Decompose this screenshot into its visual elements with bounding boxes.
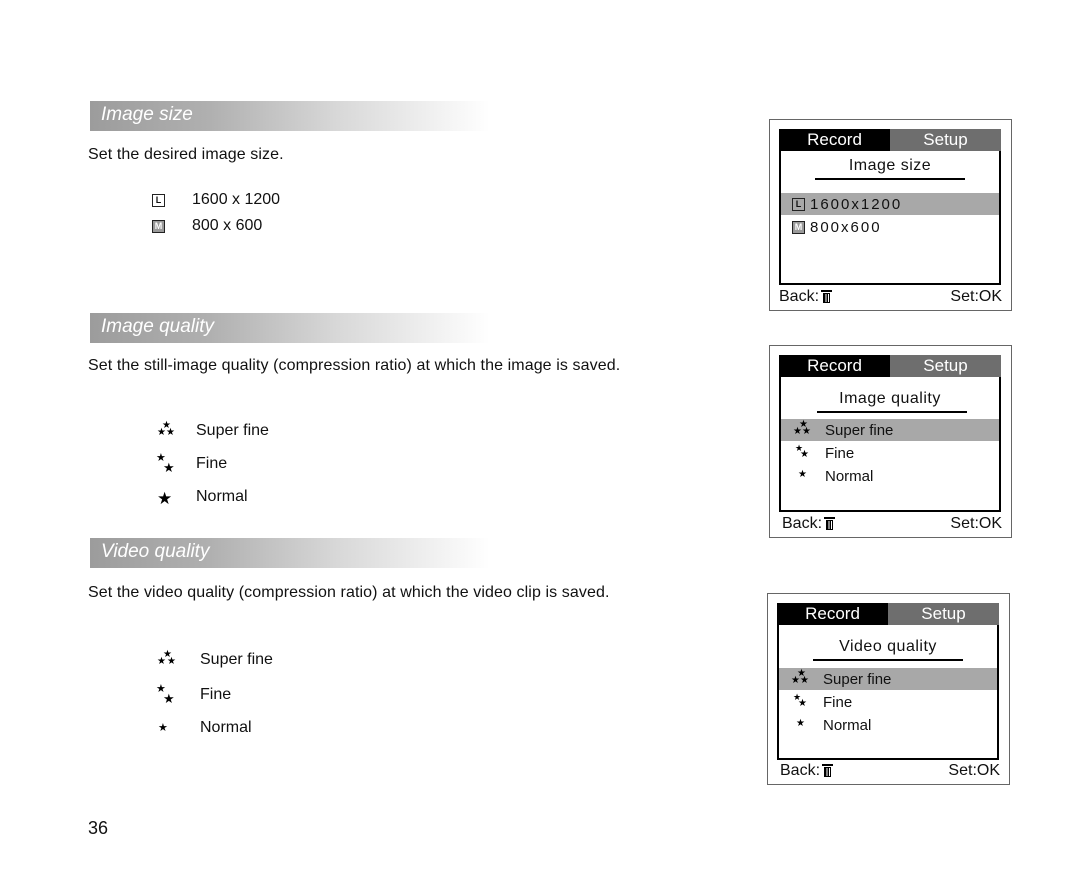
option-label: Normal	[196, 488, 248, 505]
option-label: Super fine	[196, 422, 269, 439]
back-hint: Back:	[780, 762, 834, 780]
back-label: Back:	[780, 762, 821, 779]
section-description: Set the still-image quality (compression…	[88, 357, 621, 374]
option-item: M 800 x 600	[152, 214, 262, 238]
tab-record[interactable]: Record	[779, 129, 890, 151]
section-description: Set the video quality (compression ratio…	[88, 584, 610, 601]
lcd-menu-item-selected[interactable]: ★ ★ ★ Super fine	[779, 668, 997, 690]
set-hint: Set:OK	[950, 515, 1002, 532]
size-large-icon: L	[152, 193, 165, 207]
two-stars-icon: ★ ★	[795, 443, 809, 460]
three-stars-icon: ★ ★ ★	[157, 649, 176, 667]
back-hint: Back:	[782, 515, 836, 533]
option-label: Super fine	[200, 651, 273, 668]
option-item: L 1600 x 1200	[152, 188, 280, 212]
one-star-icon: ★	[158, 722, 168, 734]
lcd-menu-item[interactable]: ★ Normal	[781, 465, 999, 487]
section-heading-text: Image quality	[101, 316, 215, 337]
title-underline	[815, 178, 965, 180]
lcd-menu-item-label: Fine	[825, 444, 855, 462]
lcd-footer: Back: Set:OK	[782, 514, 1002, 534]
two-stars-icon: ★ ★	[793, 692, 807, 709]
section-description: Set the desired image size.	[88, 146, 284, 163]
option-label: Fine	[196, 455, 228, 472]
option-label: 1600 x 1200	[192, 191, 281, 208]
lcd-tabs: Record Setup	[777, 603, 999, 625]
section-heading-text: Image size	[101, 104, 193, 125]
lcd-menu-item[interactable]: ★ ★ Fine	[781, 442, 999, 464]
lcd-menu-item-label: 800x600	[810, 218, 882, 236]
option-item: ★ Normal	[156, 716, 252, 740]
lcd-menu-item-selected[interactable]: ★ ★ ★ Super fine	[781, 419, 999, 441]
one-star-icon: ★	[798, 469, 807, 480]
lcd-menu-item[interactable]: ★ Normal	[779, 714, 997, 736]
title-underline	[813, 659, 963, 661]
lcd-menu-item[interactable]: M 800x600	[781, 216, 999, 238]
lcd-tabs: Record Setup	[779, 129, 1001, 151]
section-heading-image-quality: Image quality	[90, 313, 490, 343]
tab-setup[interactable]: Setup	[890, 355, 1001, 377]
three-stars-icon: ★ ★ ★	[791, 668, 809, 686]
trash-icon	[821, 288, 833, 303]
set-hint: Set:OK	[948, 762, 1000, 779]
lcd-menu-item-label: Normal	[825, 467, 874, 485]
size-medium-icon: M	[152, 219, 165, 233]
three-stars-icon: ★ ★ ★	[157, 420, 175, 438]
lcd-menu-item-label: 1600x1200	[810, 195, 903, 213]
trash-icon	[822, 762, 834, 777]
lcd-menu-item-label: Fine	[823, 693, 853, 711]
option-item: ★ ★ ★ Super fine	[156, 648, 273, 672]
back-hint: Back:	[779, 288, 833, 306]
lcd-menu-item-label: Normal	[823, 716, 872, 734]
tab-record[interactable]: Record	[779, 355, 890, 377]
lcd-menu-title: Image size	[848, 157, 932, 174]
title-underline	[817, 411, 967, 413]
option-item: ★ ★ ★ Super fine	[156, 419, 269, 443]
section-heading-video-quality: Video quality	[90, 538, 490, 568]
section-heading-image-size: Image size	[90, 101, 490, 131]
section-heading-text: Video quality	[101, 541, 210, 562]
lcd-menu: Record Setup Image size L 1600x1200 M 80…	[779, 129, 1001, 285]
set-hint: Set:OK	[950, 288, 1002, 305]
lcd-footer: Back: Set:OK	[779, 287, 1002, 307]
option-item: ★ ★ Fine	[156, 452, 227, 476]
tab-setup[interactable]: Setup	[890, 129, 1001, 151]
back-label: Back:	[779, 288, 820, 305]
lcd-menu-item[interactable]: ★ ★ Fine	[779, 691, 997, 713]
option-item: ★ ★ Fine	[156, 683, 231, 707]
size-medium-icon: M	[792, 220, 805, 234]
lcd-tabs: Record Setup	[779, 355, 1001, 377]
lcd-menu-item-label: Super fine	[825, 421, 894, 439]
option-label: Fine	[200, 686, 232, 703]
lcd-screen-image-quality: Record Setup Image quality ★ ★ ★ Super fin…	[769, 345, 1012, 538]
lcd-screen-video-quality: Record Setup Video quality ★ ★ ★ Super fin…	[767, 593, 1010, 785]
lcd-menu: Record Setup Image quality ★ ★ ★ Super fin…	[779, 355, 1001, 512]
option-item: ★ Normal	[156, 485, 248, 509]
one-star-icon: ★	[157, 489, 173, 508]
three-stars-icon: ★ ★ ★	[793, 419, 811, 437]
trash-icon	[824, 515, 836, 530]
two-stars-icon: ★ ★	[156, 683, 175, 706]
option-label: Normal	[200, 719, 252, 736]
size-large-icon: L	[792, 197, 805, 211]
one-star-icon: ★	[796, 718, 805, 729]
two-stars-icon: ★ ★	[156, 452, 175, 475]
lcd-menu-item-selected[interactable]: L 1600x1200	[781, 193, 999, 215]
lcd-menu-title: Image quality	[839, 390, 941, 407]
tab-record[interactable]: Record	[777, 603, 888, 625]
lcd-menu-title: Video quality	[839, 638, 937, 655]
lcd-footer: Back: Set:OK	[780, 761, 1000, 781]
back-label: Back:	[782, 515, 823, 532]
lcd-menu-item-label: Super fine	[823, 670, 892, 688]
lcd-menu: Record Setup Video quality ★ ★ ★ Super fin…	[777, 603, 999, 760]
page-number: 36	[88, 818, 109, 838]
option-label: 800 x 600	[192, 217, 263, 234]
lcd-screen-image-size: Record Setup Image size L 1600x1200 M 80…	[769, 119, 1012, 311]
tab-setup[interactable]: Setup	[888, 603, 999, 625]
